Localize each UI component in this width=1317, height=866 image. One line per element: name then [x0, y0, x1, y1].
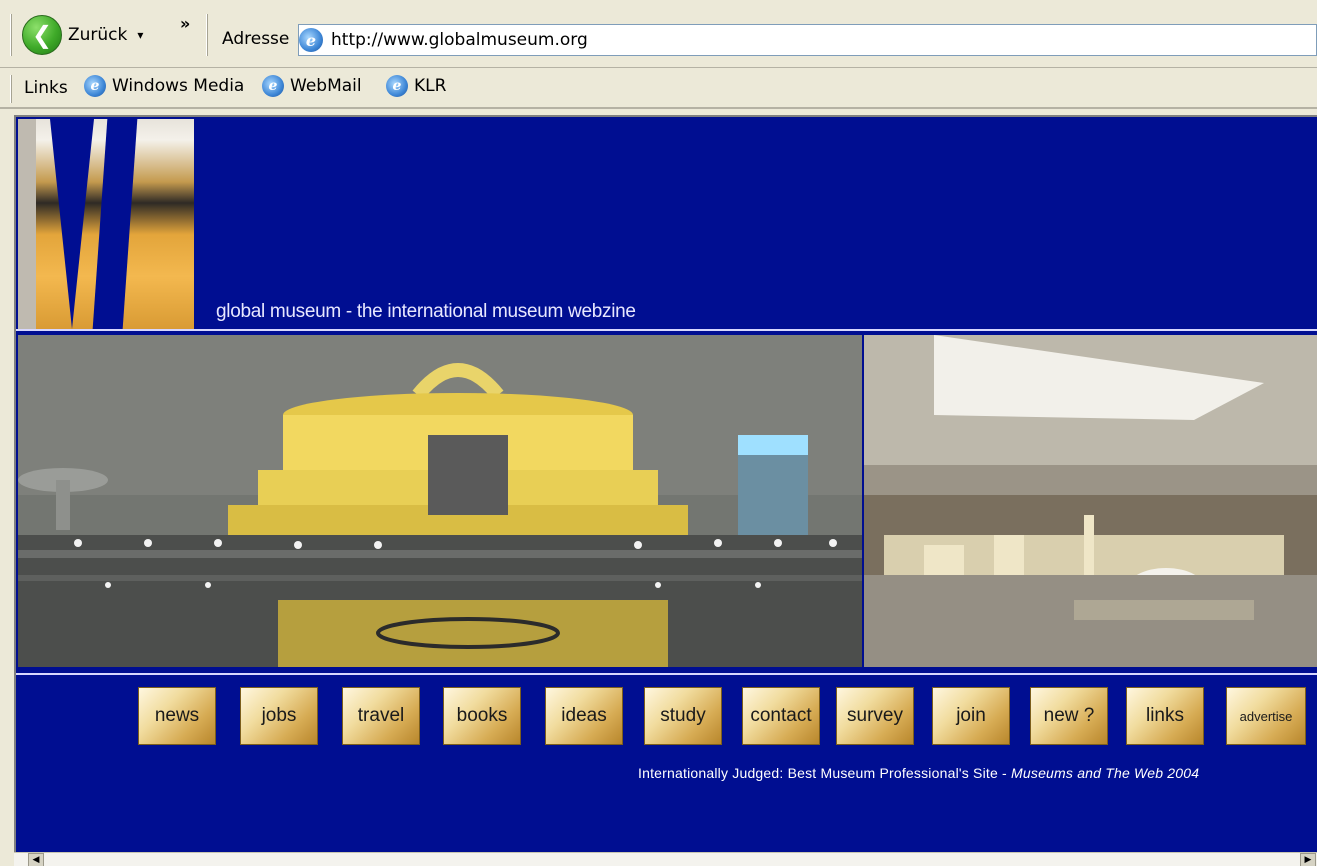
- nav-new-button[interactable]: new ?: [1030, 687, 1108, 745]
- ie-page-icon: e: [84, 75, 106, 97]
- nav-travel-button[interactable]: travel: [342, 687, 420, 745]
- back-label: Zurück: [68, 25, 128, 45]
- nav-advertise-button[interactable]: advertise: [1226, 687, 1306, 745]
- dropdown-caret-icon[interactable]: ▾: [137, 28, 143, 42]
- nav-ideas-button[interactable]: ideas: [545, 687, 623, 745]
- link-klr[interactable]: e KLR: [386, 75, 446, 97]
- link-label: Windows Media: [112, 76, 245, 96]
- banner-image-museum-interior: [864, 335, 1317, 667]
- back-arrow-icon: ❮: [22, 15, 62, 55]
- nav-join-button[interactable]: join: [932, 687, 1010, 745]
- back-button[interactable]: ❮ Zurück ▾: [22, 14, 182, 56]
- logo-stripe: [18, 119, 36, 329]
- toolbar-grip[interactable]: [10, 75, 13, 103]
- link-webmail[interactable]: e WebMail: [262, 75, 362, 97]
- ie-page-icon: e: [262, 75, 284, 97]
- award-statement: Internationally Judged: Best Museum Prof…: [638, 765, 1012, 781]
- museum-interior-illustration: [864, 335, 1317, 667]
- link-label: KLR: [414, 76, 447, 96]
- divider: [16, 673, 1317, 675]
- logo-shape: [50, 119, 94, 329]
- award-text: Internationally Judged: Best Museum Prof…: [638, 765, 1199, 781]
- browser-toolbar: ❮ Zurück ▾ » Adresse e http://www.global…: [0, 0, 1317, 68]
- link-label: WebMail: [290, 76, 362, 96]
- page-viewport: global museum - the international museum…: [14, 115, 1317, 852]
- links-toolbar: Links e Windows Media e WebMail e KLR: [0, 69, 1317, 109]
- toolbar-grip[interactable]: [206, 14, 209, 56]
- links-label: Links: [24, 78, 68, 98]
- ie-page-icon: e: [386, 75, 408, 97]
- nav-jobs-button[interactable]: jobs: [240, 687, 318, 745]
- nav-links-button[interactable]: links: [1126, 687, 1204, 745]
- horizontal-scrollbar[interactable]: ◀ ▶: [14, 852, 1317, 866]
- nav-study-button[interactable]: study: [644, 687, 722, 745]
- page-icon: e: [299, 28, 323, 52]
- nav-books-button[interactable]: books: [443, 687, 521, 745]
- nav-news-button[interactable]: news: [138, 687, 216, 745]
- link-windows-media[interactable]: e Windows Media: [84, 75, 244, 97]
- scroll-left-icon[interactable]: ◀: [28, 853, 44, 866]
- site-logo[interactable]: [18, 119, 194, 329]
- banner-image-museum-exterior: [18, 335, 862, 667]
- scroll-right-icon[interactable]: ▶: [1300, 853, 1316, 866]
- site-tagline: global museum - the international museum…: [216, 301, 636, 322]
- address-bar[interactable]: e http://www.globalmuseum.org: [298, 24, 1317, 56]
- address-label: Adresse: [222, 29, 290, 49]
- logo-shape: [92, 119, 138, 329]
- museum-exterior-illustration: [18, 335, 862, 667]
- more-chevron-icon[interactable]: »: [180, 14, 190, 33]
- award-source: Museums and The Web 2004: [1011, 765, 1200, 781]
- nav-contact-button[interactable]: contact: [742, 687, 820, 745]
- address-url[interactable]: http://www.globalmuseum.org: [331, 30, 588, 50]
- toolbar-grip[interactable]: [10, 14, 13, 56]
- nav-survey-button[interactable]: survey: [836, 687, 914, 745]
- divider: [16, 329, 1317, 331]
- main-nav: news jobs travel books ideas study conta…: [16, 687, 1317, 747]
